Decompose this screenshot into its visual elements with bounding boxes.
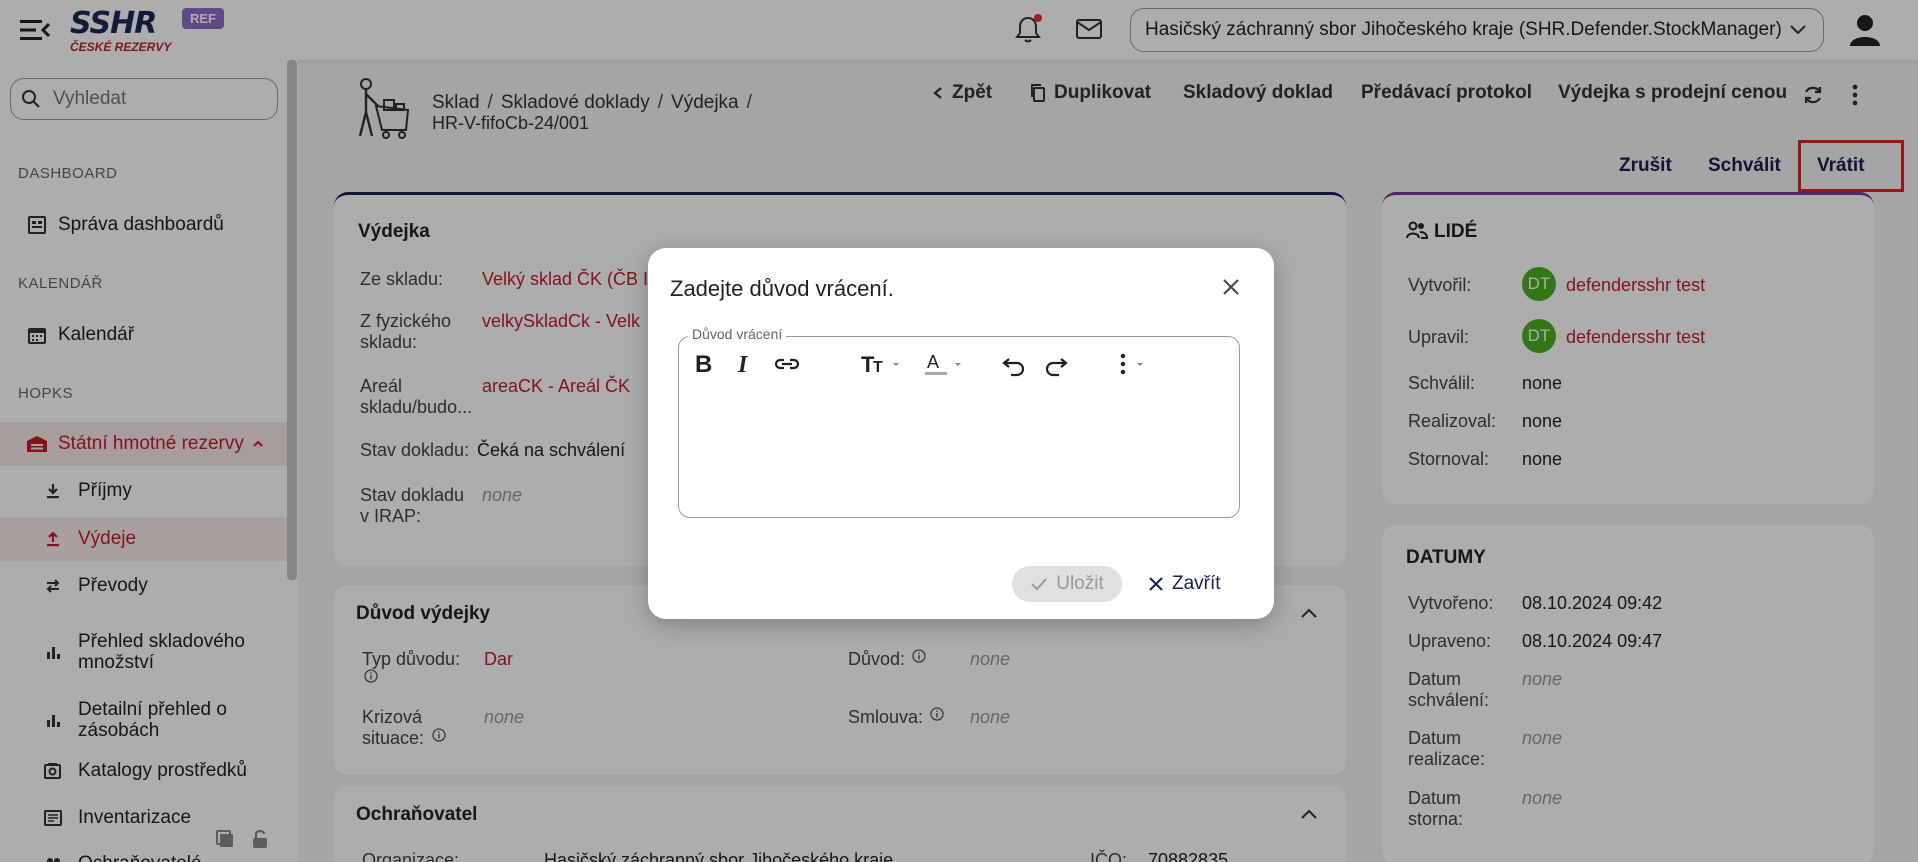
text-size-icon[interactable]: TT xyxy=(861,351,903,377)
more-options-icon[interactable] xyxy=(1117,351,1147,377)
return-reason-label: Důvod vrácení xyxy=(688,326,787,342)
undo-icon[interactable] xyxy=(1001,351,1027,377)
return-reason-dialog: Zadejte důvod vrácení. B I TT A Důvod vr… xyxy=(648,248,1274,619)
svg-text:T: T xyxy=(873,359,883,376)
dialog-title: Zadejte důvod vrácení. xyxy=(670,276,894,301)
check-icon xyxy=(1031,578,1047,591)
text-color-icon[interactable]: A xyxy=(923,351,965,377)
return-reason-editor[interactable]: B I TT A xyxy=(678,336,1240,518)
svg-text:I: I xyxy=(737,352,749,377)
save-button[interactable]: Uložit xyxy=(1012,566,1122,602)
close-icon xyxy=(1149,577,1163,591)
redo-icon[interactable] xyxy=(1043,351,1069,377)
bold-icon[interactable]: B xyxy=(693,351,715,377)
close-button[interactable]: Zavřít xyxy=(1148,566,1221,602)
link-icon[interactable] xyxy=(773,351,801,377)
svg-text:A: A xyxy=(927,352,939,372)
save-label: Uložit xyxy=(1056,573,1104,594)
italic-icon[interactable]: I xyxy=(735,351,757,377)
svg-text:B: B xyxy=(695,351,712,377)
close-icon[interactable] xyxy=(1220,276,1242,298)
close-label: Zavřít xyxy=(1172,573,1221,594)
